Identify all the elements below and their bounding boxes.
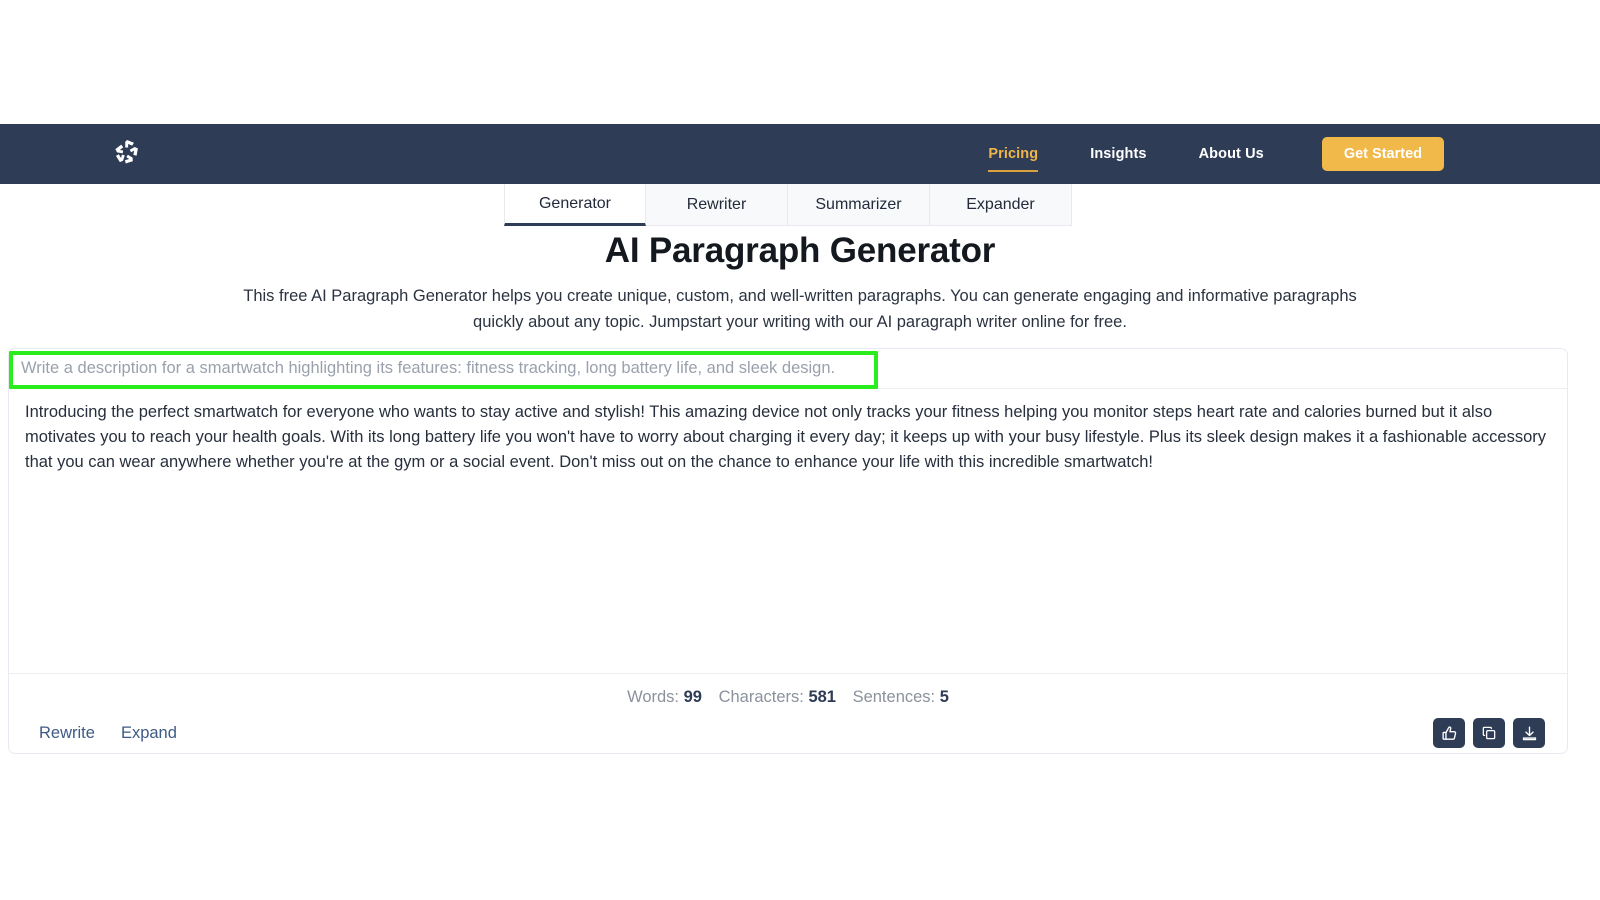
stat-sentences: Sentences: 5 xyxy=(853,688,949,706)
stat-characters-label: Characters: xyxy=(718,688,804,706)
top-navbar: Pricing Insights About Us Get Started xyxy=(0,124,1600,184)
panel-footer: Rewrite Expand xyxy=(9,713,1567,753)
nav-link-about-us[interactable]: About Us xyxy=(1173,124,1290,184)
download-button[interactable] xyxy=(1513,718,1545,748)
footer-actions-left: Rewrite Expand xyxy=(9,724,177,743)
stat-words-value: 99 xyxy=(683,688,702,706)
page-root: Pricing Insights About Us Get Started Ge… xyxy=(0,0,1600,900)
tab-expander[interactable]: Expander xyxy=(930,184,1072,226)
page-subtitle: This free AI Paragraph Generator helps y… xyxy=(243,287,1357,331)
stat-words-label: Words: xyxy=(627,688,680,706)
generator-panel: Introducing the perfect smartwatch for e… xyxy=(8,348,1568,754)
tab-rewriter[interactable]: Rewriter xyxy=(646,184,788,226)
prompt-row xyxy=(9,349,1567,389)
stat-sentences-label: Sentences: xyxy=(852,688,936,706)
expand-button[interactable]: Expand xyxy=(121,724,177,743)
copy-icon xyxy=(1481,725,1497,741)
stat-sentences-value: 5 xyxy=(939,688,949,706)
nav-link-insights[interactable]: Insights xyxy=(1064,124,1172,184)
generated-output-text[interactable]: Introducing the perfect smartwatch for e… xyxy=(9,390,1567,673)
stat-words: Words: 99 xyxy=(627,688,702,706)
brand-logo[interactable] xyxy=(110,137,144,171)
download-icon xyxy=(1521,725,1538,742)
rewrite-button[interactable]: Rewrite xyxy=(39,724,95,743)
footer-actions-right xyxy=(1433,718,1545,748)
tool-tabs: Generator Rewriter Summarizer Expander xyxy=(504,184,1072,226)
pinwheel-logo-icon xyxy=(112,137,142,172)
prompt-input[interactable] xyxy=(13,349,1553,388)
stat-characters: Characters: 581 xyxy=(719,688,836,706)
text-statistics: Words: 99 Characters: 581 Sentences: 5 xyxy=(9,673,1567,707)
page-title: AI Paragraph Generator xyxy=(604,231,996,270)
thumbs-up-button[interactable] xyxy=(1433,718,1465,748)
thumbs-up-icon xyxy=(1441,725,1458,742)
copy-button[interactable] xyxy=(1473,718,1505,748)
tab-generator[interactable]: Generator xyxy=(504,184,646,226)
stat-characters-value: 581 xyxy=(808,688,836,706)
nav-link-pricing[interactable]: Pricing xyxy=(962,124,1064,184)
tab-summarizer[interactable]: Summarizer xyxy=(788,184,930,226)
get-started-button[interactable]: Get Started xyxy=(1321,137,1444,171)
nav-links: Pricing Insights About Us Get Started xyxy=(962,124,1444,184)
